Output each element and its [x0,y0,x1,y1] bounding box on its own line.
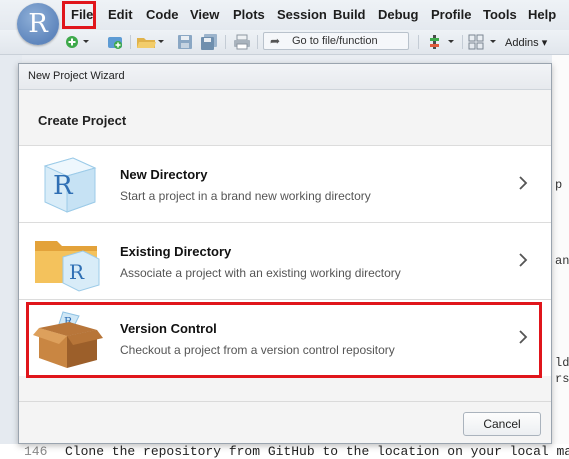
dialog-body: Create Project R New Directory Start a p… [19,90,551,443]
editor-code-line: 146 Clone the repository from GitHub to … [0,444,569,459]
r-logo-icon: R [17,3,59,45]
menu-edit[interactable]: Edit [108,7,133,22]
line-number: 146 [24,444,48,459]
svg-text:R: R [69,260,85,284]
editor-text-fragment: ld [555,356,569,370]
existing-directory-icon: R [35,241,100,292]
dialog-footer-separator [19,401,551,402]
save-all-icon[interactable] [200,34,218,50]
option-title: Version Control [120,321,217,336]
menu-tools[interactable]: Tools [483,7,517,22]
menu-build[interactable]: Build [333,7,366,22]
addins-menu[interactable]: Addins ▾ [505,36,547,49]
editor-text-fragment: p [555,178,563,192]
option-title: Existing Directory [120,244,232,259]
new-file-icon[interactable] [64,34,92,50]
option-title: New Directory [120,167,208,182]
menubar: R File Edit Code View Plots Session Buil… [0,0,569,45]
toolbar-separator [257,35,258,49]
go-to-file-function-label: Go to file/function [292,35,378,47]
print-icon[interactable] [233,34,251,50]
option-existing-directory[interactable]: R Existing Directory Associate a project… [19,222,551,299]
option-description: Start a project in a brand new working d… [120,189,371,203]
chevron-right-icon [519,253,528,267]
new-directory-icon: R [43,157,97,213]
editor-text-fragment: rs [555,372,569,386]
save-icon[interactable] [177,34,193,50]
toolbar-separator [225,35,226,49]
workspace-panes-icon[interactable] [468,34,500,50]
menu-debug[interactable]: Debug [378,7,418,22]
git-vcs-icon[interactable] [428,34,458,50]
option-description: Checkout a project from a version contro… [120,343,395,357]
menu-plots[interactable]: Plots [233,7,265,22]
menu-file[interactable]: File [71,7,93,22]
editor-text-fragment: an [555,254,569,268]
chevron-down-icon: ▾ [541,37,548,49]
version-control-box-icon: R [33,311,103,368]
menu-session[interactable]: Session [277,7,327,22]
cancel-button[interactable]: Cancel [463,412,541,436]
new-project-wizard-dialog: New Project Wizard Create Project R New … [18,63,552,444]
toolbar-separator [418,35,419,49]
menu-profile[interactable]: Profile [431,7,471,22]
menu-help[interactable]: Help [528,7,556,22]
go-to-file-function-input[interactable]: ➦ Go to file/function [263,32,409,50]
toolbar-separator [462,35,463,49]
option-new-directory[interactable]: R New Directory Start a project in a bra… [19,145,551,222]
menu-view[interactable]: View [190,7,219,22]
menu-code[interactable]: Code [146,7,179,22]
option-version-control[interactable]: R Version Control Checkout a project fro… [19,299,551,376]
create-project-heading: Create Project [38,113,127,128]
dialog-titlebar: New Project Wizard [19,64,551,90]
dialog-title: New Project Wizard [28,70,125,82]
go-to-arrow-icon: ➦ [270,34,281,48]
new-project-icon[interactable] [106,34,126,50]
toolbar: ➦ Go to file/function Addins ▾ [0,30,569,55]
code-text: Clone the repository from GitHub to the … [65,444,569,459]
open-file-icon[interactable] [136,34,166,50]
option-description: Associate a project with an existing wor… [120,266,401,280]
chevron-right-icon [519,176,528,190]
toolbar-separator [130,35,131,49]
svg-text:R: R [53,171,74,201]
chevron-right-icon [519,330,528,344]
addins-label: Addins [505,37,539,49]
